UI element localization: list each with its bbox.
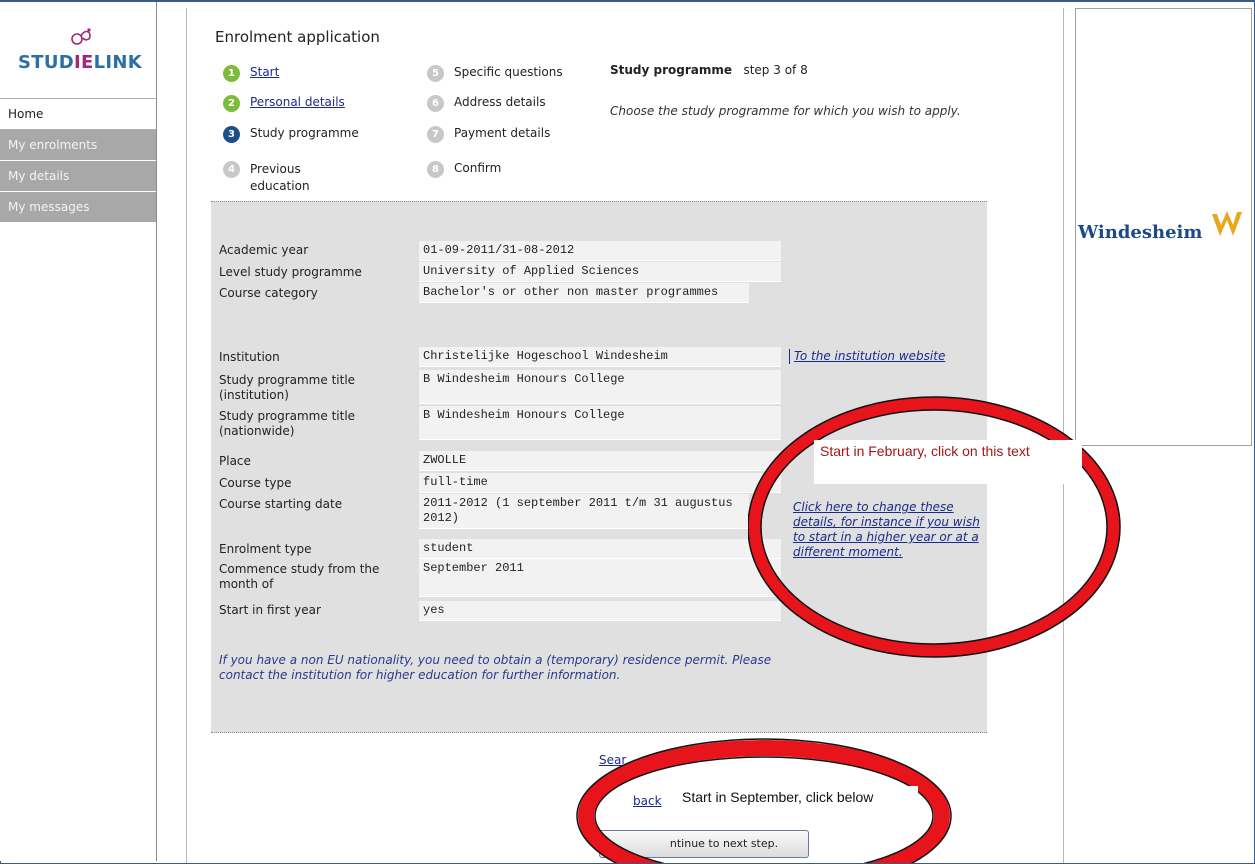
field-label: Enrolment type [219,542,312,556]
annotation-february-text: Start in February, click on this text [814,440,1082,484]
windesheim-logo-icon [1212,211,1242,236]
field-label: Commence study from the month of [219,562,380,591]
step-7: 7 Payment details [427,126,550,143]
step-label: Payment details [454,126,551,140]
step-1: 1 Start [223,65,279,82]
step-8: 8 Confirm [427,161,501,178]
institution-website-link[interactable]: To the institution website [789,349,945,364]
sidebar-item-home[interactable]: Home [0,98,156,130]
sidebar-nav: Home My enrolments My details My message… [0,98,156,223]
step-2: 2 Personal details [223,95,345,112]
residence-permit-note: If you have a non EU nationality, you ne… [219,653,772,682]
step-counter: step 3 of 8 [743,63,808,77]
field-value: September 2011 [419,559,781,597]
step-number: 2 [223,95,240,112]
step-number: 1 [223,65,240,82]
step-number: 7 [427,126,444,143]
step-3: 3 Study programme [223,126,359,143]
annotation-september-text: Start in September, click below [682,786,918,808]
field-value: student [419,539,781,559]
studielink-logo-icon [71,28,91,45]
institution-panel: Windesheim [1075,8,1252,446]
field-label: Study programme title (institution) [219,373,356,402]
step-label: Address details [454,95,546,109]
field-label: Course starting date [219,497,343,511]
step-label: Confirm [454,161,502,175]
step-5: 5 Specific questions [427,65,563,82]
field-value: B Windesheim Honours College [419,370,781,404]
field-label: Academic year [219,243,309,257]
field-label: Start in first year [219,603,321,617]
step-number: 5 [427,65,444,82]
field-label: Place [219,454,251,468]
step-number: 6 [427,95,444,112]
step-description: Choose the study programme for which you… [610,104,961,118]
field-value: 01-09-2011/31-08-2012 [419,241,781,261]
field-label: Level study programme [219,265,362,279]
step-label: Previous education [250,162,310,193]
step-title: Study programme [610,63,733,77]
page-title: Enrolment application [215,28,380,46]
step-label-current: Study programme [250,126,359,140]
windesheim-logo-text: Windesheim [1078,222,1203,243]
sidebar-item-my-messages[interactable]: My messages [0,192,156,223]
step-link-personal-details[interactable]: Personal details [250,95,345,109]
sidebar-item-my-details[interactable]: My details [0,161,156,192]
sidebar: STUDIELINK Home My enrolments My details… [0,2,157,861]
step-label: Specific questions [454,65,563,79]
field-value: Christelijke Hogeschool Windesheim [419,347,781,367]
step-link-start[interactable]: Start [250,65,279,79]
field-label: Course category [219,286,318,300]
sidebar-item-my-enrolments[interactable]: My enrolments [0,130,156,161]
field-value: B Windesheim Honours College [419,406,781,440]
step-number: 3 [223,126,240,143]
field-label: Study programme title (nationwide) [219,409,356,438]
step-6: 6 Address details [427,95,546,112]
field-value: ZWOLLE [419,451,781,471]
field-value: full-time [419,473,781,493]
field-value: 2011-2012 (1 september 2011 t/m 31 augus… [419,494,749,529]
field-value: yes [419,601,781,621]
field-value: University of Applied Sciences [419,262,781,282]
step-number: 4 [223,161,240,178]
studielink-logo-text: STUDIELINK [18,52,142,73]
studielink-logo[interactable]: STUDIELINK [10,20,150,80]
annotation-february-circle [748,396,1121,658]
field-label: Institution [219,350,280,364]
field-value: Bachelor's or other non master programme… [419,283,749,303]
step-indicator: Study programme step 3 of 8 [610,63,808,77]
field-label: Course type [219,476,292,490]
step-4: 4 Previous education [223,161,343,195]
step-number: 8 [427,161,444,178]
